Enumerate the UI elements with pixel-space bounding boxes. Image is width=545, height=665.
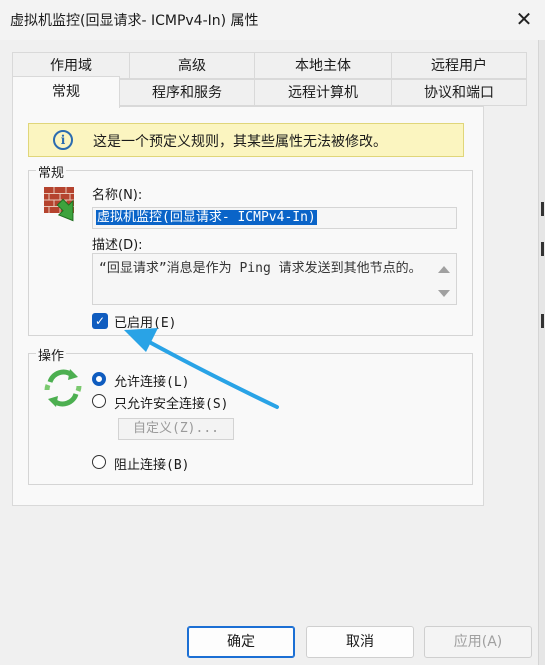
name-value: 虚拟机监控(回显请求- ICMPv4-In) [96,210,317,225]
edge-mark [541,314,544,328]
allow-connection-label: 允许连接(L) [114,375,190,390]
tab-protocols-ports[interactable]: 协议和端口 [391,79,527,106]
allow-secure-radio[interactable] [92,394,106,408]
name-label: 名称(N): [92,188,143,203]
tab-advanced[interactable]: 高级 [129,52,255,79]
allow-connection-radio[interactable] [92,372,106,386]
tab-general[interactable]: 常规 [12,76,120,108]
block-connection-label: 阻止连接(B) [114,458,190,473]
info-banner: i 这是一个预定义规则，其某些属性无法被修改。 [28,123,464,157]
cancel-button[interactable]: 取消 [306,626,414,658]
description-value: “回显请求”消息是作为 Ping 请求发送到其他节点的。 [99,261,422,276]
general-group-label: 常规 [36,162,67,181]
window-title: 虚拟机监控(回显请求- ICMPv4-In) 属性 [10,13,259,29]
tab-remote-users[interactable]: 远程用户 [391,52,527,79]
tab-remote-computers[interactable]: 远程计算机 [254,79,392,106]
info-icon: i [53,130,73,150]
allow-secure-label: 只允许安全连接(S) [114,397,229,412]
tab-programs-services[interactable]: 程序和服务 [119,79,255,106]
enabled-label: 已启用(E) [114,316,177,331]
background-window-edge [538,40,545,665]
customize-button[interactable]: 自定义(Z)... [118,418,234,440]
info-banner-text: 这是一个预定义规则，其某些属性无法被修改。 [93,134,387,150]
description-field[interactable]: “回显请求”消息是作为 Ping 请求发送到其他节点的。 [92,253,457,305]
edge-mark [541,202,544,216]
description-label: 描述(D): [92,238,143,253]
firewall-icon [44,187,74,222]
edge-mark [541,242,544,256]
tab-local-principals[interactable]: 本地主体 [254,52,392,79]
scroll-up-icon[interactable] [438,266,450,273]
action-group-label: 操作 [36,345,67,364]
title-bar: 虚拟机监控(回显请求- ICMPv4-In) 属性 ✕ [0,0,545,40]
block-connection-radio[interactable] [92,455,106,469]
close-icon[interactable]: ✕ [513,8,535,30]
tab-scope[interactable]: 作用域 [12,52,130,79]
apply-button[interactable]: 应用(A) [424,626,532,658]
name-field[interactable]: 虚拟机监控(回显请求- ICMPv4-In) [92,207,457,229]
allow-connection-icon [44,369,82,407]
enabled-checkbox[interactable]: ✓ [92,313,108,329]
ok-button[interactable]: 确定 [187,626,295,658]
scroll-down-icon[interactable] [438,290,450,297]
